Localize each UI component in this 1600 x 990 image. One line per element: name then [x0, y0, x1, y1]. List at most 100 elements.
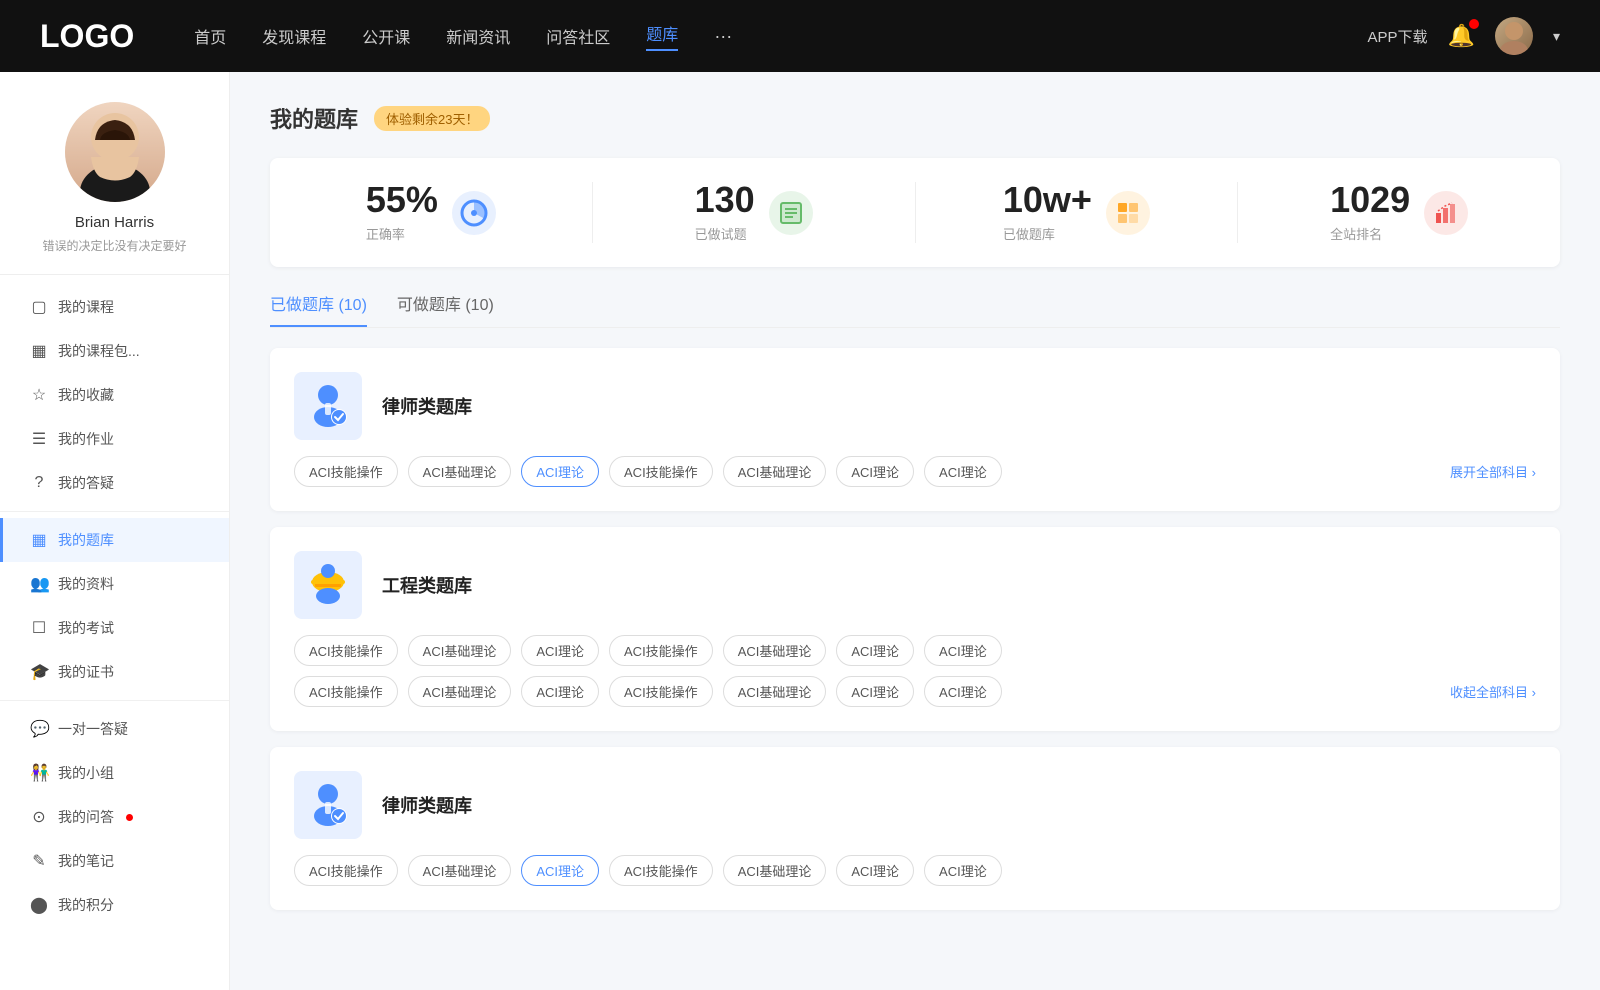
notification-badge [1469, 19, 1479, 29]
sidebar-item-notes[interactable]: ✎ 我的笔记 [0, 839, 229, 883]
stat-banks-label: 已做题库 [1003, 224, 1092, 243]
profile-bio: 错误的决定比没有决定要好 [42, 237, 186, 254]
qbank-lawyer-icon-2 [294, 771, 362, 839]
main-content: 我的题库 体验剩余23天！ 55% 正确率 [230, 72, 1600, 990]
qbank-card-lawyer-1: 律师类题库 ACI技能操作 ACI基础理论 ACI理论 ACI技能操作 ACI基… [270, 348, 1560, 511]
qbank-tag[interactable]: ACI技能操作 [294, 456, 398, 487]
qbank-tag[interactable]: ACI技能操作 [609, 635, 713, 666]
certificates-icon: 🎓 [30, 662, 48, 682]
qbank-tag[interactable]: ACI理论 [924, 676, 1002, 707]
nav-more[interactable]: ··· [714, 26, 732, 47]
nav-qa[interactable]: 问答社区 [546, 24, 610, 48]
qbank-tag[interactable]: ACI理论 [924, 855, 1002, 886]
qbank-tag[interactable]: ACI技能操作 [609, 456, 713, 487]
question-icon: ? [30, 474, 48, 492]
qbank-tag[interactable]: ACI基础理论 [723, 855, 827, 886]
profile-avatar[interactable] [65, 102, 165, 202]
qbank-engineer-icon [294, 551, 362, 619]
qbank-tag-active[interactable]: ACI理论 [521, 855, 599, 886]
page-header: 我的题库 体验剩余23天！ [270, 102, 1560, 134]
page-title: 我的题库 [270, 102, 358, 134]
stat-ranking-value: 1029 [1330, 182, 1410, 218]
user-avatar[interactable] [1495, 17, 1533, 55]
qbank-tag-active[interactable]: ACI理论 [521, 456, 599, 487]
qbank-tag[interactable]: ACI基础理论 [723, 676, 827, 707]
nav-home[interactable]: 首页 [194, 24, 226, 48]
qbank-tag[interactable]: ACI基础理论 [723, 635, 827, 666]
avatar-image [65, 102, 165, 202]
nav-news[interactable]: 新闻资讯 [446, 24, 510, 48]
qbank-tag[interactable]: ACI理论 [836, 855, 914, 886]
exams-icon: ☐ [30, 618, 48, 638]
qbank-tag[interactable]: ACI技能操作 [294, 676, 398, 707]
qbank-tag[interactable]: ACI基础理论 [408, 676, 512, 707]
sidebar-item-my-qa[interactable]: ⊙ 我的问答 [0, 795, 229, 839]
homework-icon: ☰ [30, 429, 48, 449]
notes-icon: ✎ [30, 851, 48, 871]
sidebar-item-groups[interactable]: 👫 我的小组 [0, 751, 229, 795]
navbar-right: APP下载 🔔 ▾ [1368, 17, 1560, 55]
nav-open-course[interactable]: 公开课 [362, 24, 410, 48]
stat-done-banks: 10w+ 已做题库 [916, 182, 1239, 243]
courses-icon: ▢ [30, 297, 48, 317]
chat-icon: 💬 [30, 719, 48, 739]
done-banks-icon [1106, 191, 1150, 235]
sidebar-item-homework[interactable]: ☰ 我的作业 [0, 417, 229, 461]
qbank-tag[interactable]: ACI理论 [836, 676, 914, 707]
tabs-row: 已做题库 (10) 可做题库 (10) [270, 291, 1560, 328]
sidebar-item-my-courses[interactable]: ▢ 我的课程 [0, 285, 229, 329]
qbank-tag[interactable]: ACI基础理论 [408, 855, 512, 886]
qbank-tag[interactable]: ACI理论 [836, 635, 914, 666]
qbank-card-lawyer-2: 律师类题库 ACI技能操作 ACI基础理论 ACI理论 ACI技能操作 ACI基… [270, 747, 1560, 910]
qbank-lawyer-name-2: 律师类题库 [382, 792, 472, 818]
qbank-tag[interactable]: ACI基础理论 [408, 635, 512, 666]
qbank-tag[interactable]: ACI理论 [836, 456, 914, 487]
stats-row: 55% 正确率 130 已做试题 [270, 158, 1560, 267]
qbank-expand-1[interactable]: 展开全部科目 › [1450, 462, 1536, 481]
qbank-tag[interactable]: ACI基础理论 [723, 456, 827, 487]
qbank-tag[interactable]: ACI基础理论 [408, 456, 512, 487]
sidebar-item-materials[interactable]: 👥 我的资料 [0, 562, 229, 606]
points-icon: ⬤ [30, 895, 48, 915]
notification-bell[interactable]: 🔔 [1448, 23, 1475, 49]
qbank-tag[interactable]: ACI理论 [924, 456, 1002, 487]
qa-badge [126, 814, 133, 821]
app-download-button[interactable]: APP下载 [1368, 26, 1428, 47]
qbank-tags-row-1: ACI技能操作 ACI基础理论 ACI理论 ACI技能操作 ACI基础理论 AC… [294, 456, 1536, 487]
qbank-tags-row-2b: ACI技能操作 ACI基础理论 ACI理论 ACI技能操作 ACI基础理论 AC… [294, 676, 1536, 707]
tab-done-banks[interactable]: 已做题库 (10) [270, 291, 367, 327]
nav-courses[interactable]: 发现课程 [262, 24, 326, 48]
qbank-lawyer-name-1: 律师类题库 [382, 393, 472, 419]
qbank-tag[interactable]: ACI技能操作 [294, 855, 398, 886]
sidebar-item-certificates[interactable]: 🎓 我的证书 [0, 650, 229, 694]
qbank-collapse-2[interactable]: 收起全部科目 › [1450, 682, 1536, 701]
sidebar-item-one-on-one[interactable]: 💬 一对一答疑 [0, 707, 229, 751]
qbank-tag[interactable]: ACI理论 [521, 635, 599, 666]
stat-done-questions: 130 已做试题 [593, 182, 916, 243]
qbank-tags-row-2a: ACI技能操作 ACI基础理论 ACI理论 ACI技能操作 ACI基础理论 AC… [294, 635, 1536, 666]
stat-accuracy: 55% 正确率 [270, 182, 593, 243]
page-layout: Brian Harris 错误的决定比没有决定要好 ▢ 我的课程 ▦ 我的课程包… [0, 0, 1600, 990]
sidebar-menu: ▢ 我的课程 ▦ 我的课程包... ☆ 我的收藏 ☰ 我的作业 ? 我的答疑 ▦ [0, 285, 229, 927]
sidebar-item-qna[interactable]: ? 我的答疑 [0, 461, 229, 505]
qbank-tag[interactable]: ACI理论 [924, 635, 1002, 666]
qbank-tag[interactable]: ACI技能操作 [609, 676, 713, 707]
sidebar-item-favorites[interactable]: ☆ 我的收藏 [0, 373, 229, 417]
sidebar-item-qbank[interactable]: ▦ 我的题库 [0, 518, 229, 562]
qbank-tag[interactable]: ACI技能操作 [609, 855, 713, 886]
done-questions-icon [769, 191, 813, 235]
qbank-card-engineer: 工程类题库 ACI技能操作 ACI基础理论 ACI理论 ACI技能操作 ACI基… [270, 527, 1560, 731]
stat-accuracy-label: 正确率 [366, 224, 438, 243]
nav-menu: 首页 发现课程 公开课 新闻资讯 问答社区 题库 ··· [194, 21, 1367, 51]
qbank-icon: ▦ [30, 530, 48, 550]
sidebar-item-points[interactable]: ⬤ 我的积分 [0, 883, 229, 927]
sidebar-item-course-packages[interactable]: ▦ 我的课程包... [0, 329, 229, 373]
user-dropdown-arrow[interactable]: ▾ [1553, 28, 1560, 45]
qbank-tag[interactable]: ACI理论 [521, 676, 599, 707]
tab-available-banks[interactable]: 可做题库 (10) [397, 291, 494, 327]
avatar-image [1495, 17, 1533, 55]
qbank-tag[interactable]: ACI技能操作 [294, 635, 398, 666]
sidebar-item-exams[interactable]: ☐ 我的考试 [0, 606, 229, 650]
logo[interactable]: LOGO [40, 18, 134, 55]
nav-qbank[interactable]: 题库 [646, 21, 678, 51]
